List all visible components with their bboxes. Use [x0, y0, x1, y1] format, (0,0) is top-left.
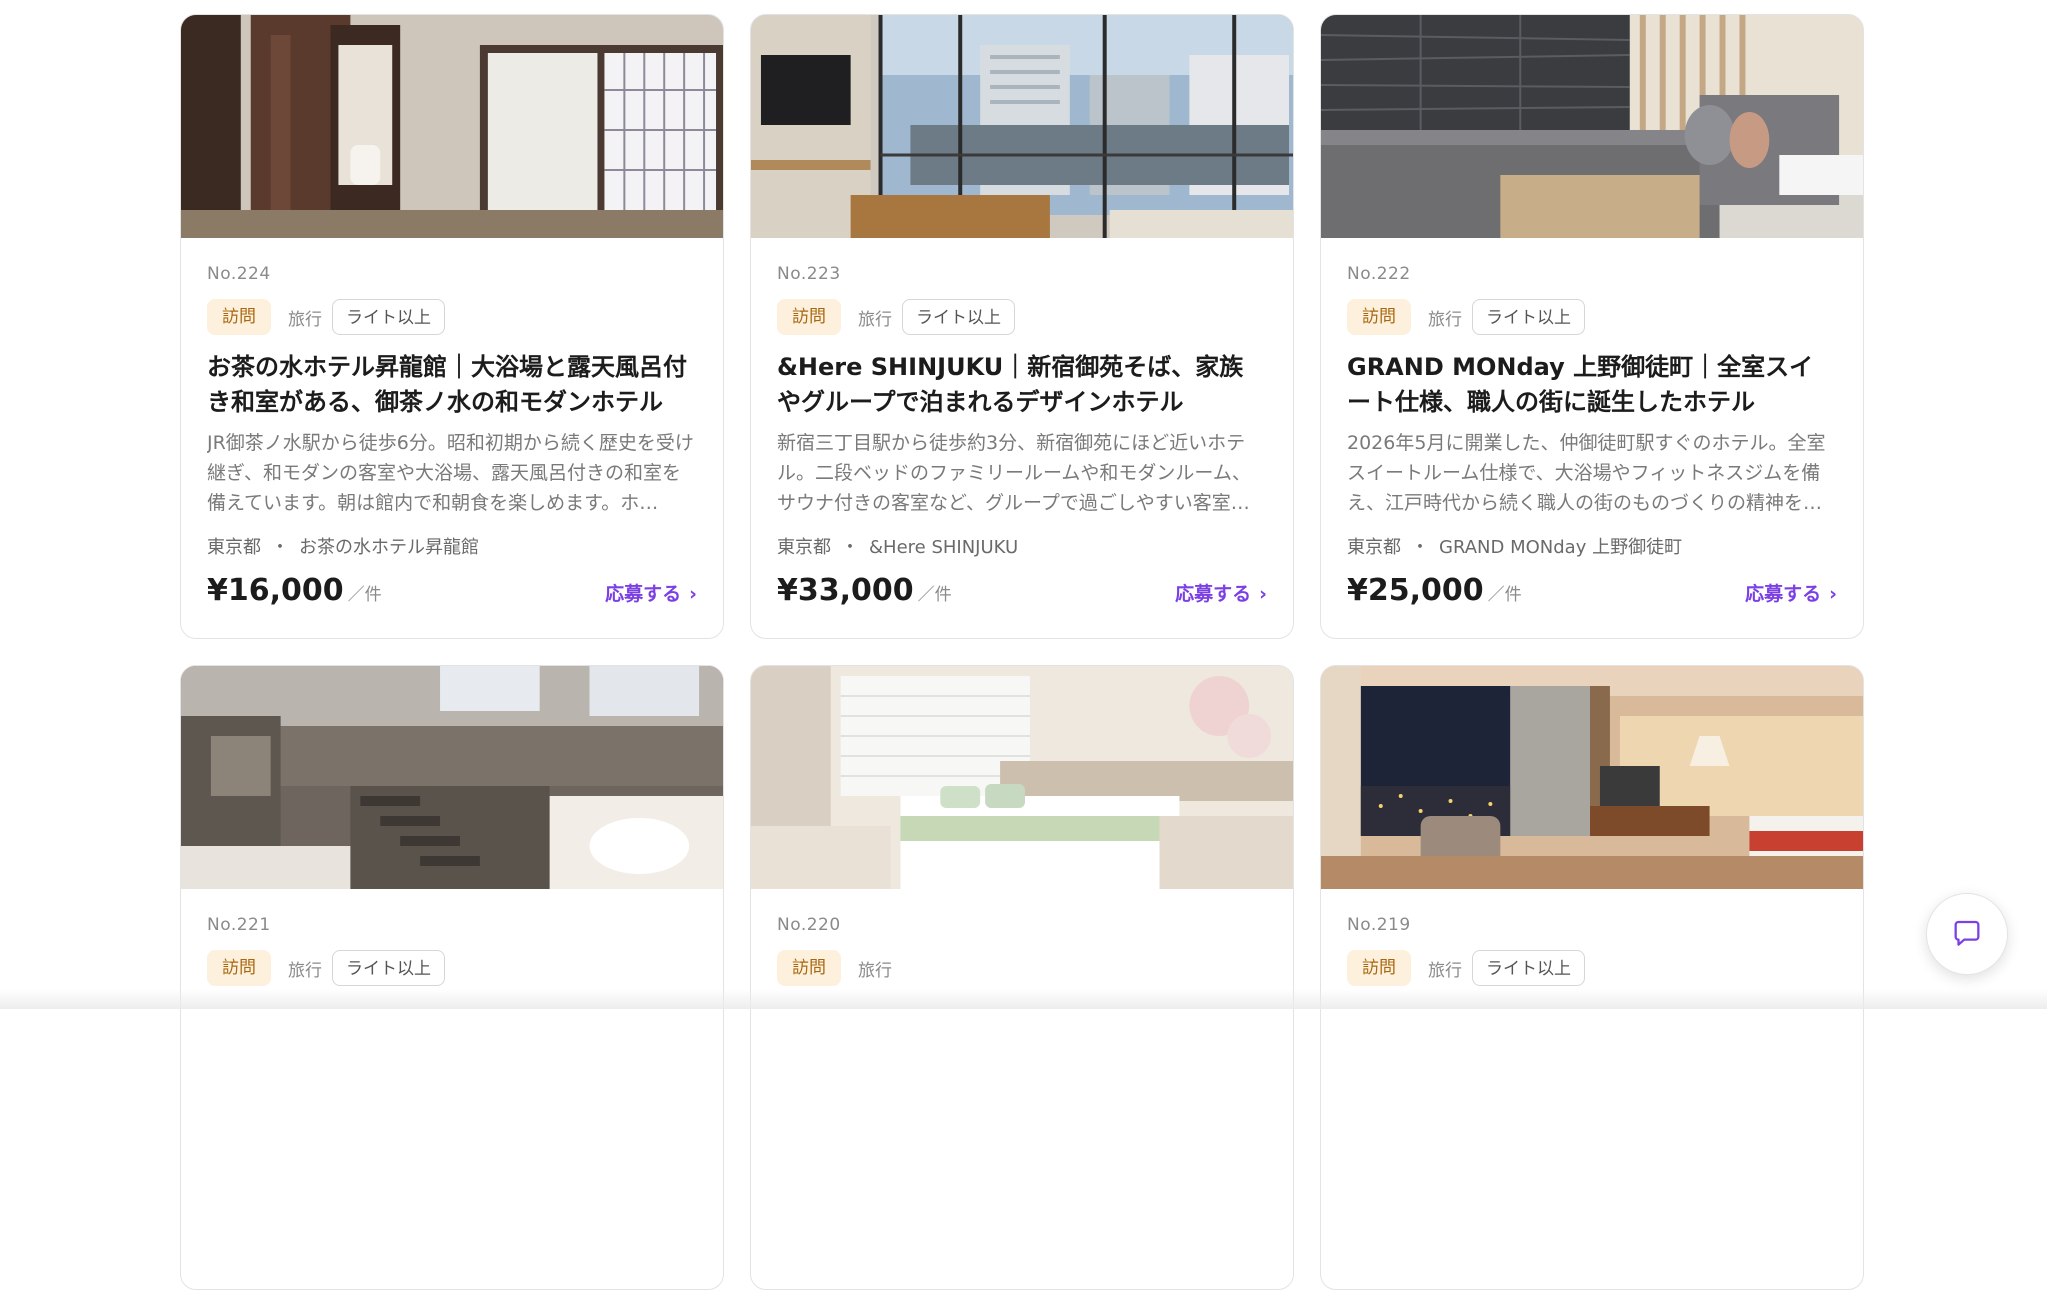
apply-label: 応募する [605, 583, 682, 605]
tag-travel: 旅行 [288, 309, 322, 330]
prefecture: 東京都 [777, 537, 831, 558]
tag-travel: 旅行 [288, 960, 322, 981]
tag-visit: 訪問 [777, 299, 841, 335]
tag-row: 訪問 旅行 ライト以上 [207, 949, 697, 987]
listing-title[interactable]: お茶の水ホテル昇龍館｜大浴場と露天風呂付き和室がある、御茶ノ水の和モダンホテル [207, 350, 697, 420]
apply-button[interactable]: 応募する › [605, 579, 697, 606]
tag-row: 訪問 旅行 ライト以上 [777, 298, 1267, 336]
price-amount: ¥16,000 [207, 573, 344, 608]
hotel-photo [751, 666, 1293, 889]
apply-button[interactable]: 応募する › [1745, 579, 1837, 606]
tag-plan: ライト以上 [332, 299, 445, 335]
tag-plan: ライト以上 [1472, 299, 1585, 335]
separator: ・ [271, 537, 289, 558]
hotel-name: お茶の水ホテル昇龍館 [299, 537, 479, 558]
price: ¥16,000 ／件 [207, 573, 382, 608]
listing-description: JR御茶ノ水駅から徒歩6分。昭和初期から続く歴史を受け継ぎ、和モダンの客室や大浴… [207, 432, 694, 514]
chevron-right-icon: › [1829, 583, 1837, 605]
apply-label: 応募する [1745, 583, 1822, 605]
chevron-right-icon: › [1259, 583, 1267, 605]
listing-number: No.221 [207, 915, 271, 935]
hotel-name: &Here SHINJUKU [869, 537, 1019, 558]
chevron-right-icon: › [689, 583, 697, 605]
listing-title[interactable]: GRAND MONday 上野御徒町｜全室スイート仕様、職人の街に誕生したホテル [1347, 350, 1837, 420]
tag-travel: 旅行 [858, 309, 892, 330]
listing-card[interactable]: No.224 訪問 旅行 ライト以上 お茶の水ホテル昇龍館｜大浴場と露天風呂付き… [180, 14, 724, 639]
listing-card[interactable]: No.221 訪問 旅行 ライト以上 [180, 665, 724, 1290]
tag-visit: 訪問 [1347, 950, 1411, 986]
hotel-photo [1321, 666, 1863, 889]
hotel-photo [751, 15, 1293, 238]
apply-label: 応募する [1175, 583, 1252, 605]
listing-card[interactable]: No.220 訪問 旅行 [750, 665, 1294, 1290]
price: ¥25,000 ／件 [1347, 573, 1522, 608]
price-unit: ／件 [1487, 585, 1522, 605]
listing-card[interactable]: No.223 訪問 旅行 ライト以上 &Here SHINJUKU｜新宿御苑そば… [750, 14, 1294, 639]
listing-location: 東京都・お茶の水ホテル昇龍館 [207, 537, 697, 559]
chat-bubble-icon [1954, 920, 1980, 946]
price-unit: ／件 [917, 585, 952, 605]
prefecture: 東京都 [207, 537, 261, 558]
tag-row: 訪問 旅行 [777, 949, 1267, 987]
tag-visit: 訪問 [207, 299, 271, 335]
tag-travel: 旅行 [1428, 309, 1462, 330]
listing-card[interactable]: No.222 訪問 旅行 ライト以上 GRAND MONday 上野御徒町｜全室… [1320, 14, 1864, 639]
listing-location: 東京都・ GRAND MONday 上野御徒町 [1347, 537, 1837, 559]
listing-title[interactable]: &Here SHINJUKU｜新宿御苑そば、家族やグループで泊まれるデザインホテ… [777, 350, 1267, 420]
tag-row: 訪問 旅行 ライト以上 [207, 298, 697, 336]
hotel-photo [181, 666, 723, 889]
listing-description: 2026年5月に開業した、仲御徒町駅すぐのホテル。全室スイートルーム仕様で、大浴… [1347, 432, 1826, 514]
listing-number: No.222 [1347, 264, 1411, 284]
listing-number: No.219 [1347, 915, 1411, 935]
tag-row: 訪問 旅行 ライト以上 [1347, 949, 1837, 987]
listing-number: No.224 [207, 264, 271, 284]
price-amount: ¥33,000 [777, 573, 914, 608]
listing-number: No.223 [777, 264, 841, 284]
separator: ・ [1411, 537, 1429, 558]
apply-button[interactable]: 応募する › [1175, 579, 1267, 606]
tag-plan: ライト以上 [902, 299, 1015, 335]
listing-location: 東京都・ &Here SHINJUKU [777, 537, 1267, 559]
price: ¥33,000 ／件 [777, 573, 952, 608]
separator: ・ [841, 537, 859, 558]
tag-travel: 旅行 [858, 960, 892, 981]
tag-travel: 旅行 [1428, 960, 1462, 981]
listing-description: 新宿三丁目駅から徒歩約3分、新宿御苑にほど近いホテル。二段ベッドのファミリールー… [777, 432, 1251, 514]
tag-plan: ライト以上 [332, 950, 445, 986]
listing-card[interactable]: No.219 訪問 旅行 ライト以上 [1320, 665, 1864, 1290]
chat-button[interactable] [1926, 893, 2008, 975]
hotel-photo [181, 15, 723, 238]
prefecture: 東京都 [1347, 537, 1401, 558]
tag-row: 訪問 旅行 ライト以上 [1347, 298, 1837, 336]
tag-visit: 訪問 [207, 950, 271, 986]
hotel-photo [1321, 15, 1863, 238]
hotel-name: GRAND MONday 上野御徒町 [1439, 537, 1683, 558]
tag-visit: 訪問 [777, 950, 841, 986]
tag-visit: 訪問 [1347, 299, 1411, 335]
bottom-fade [0, 989, 2047, 1009]
price-unit: ／件 [347, 585, 382, 605]
listing-number: No.220 [777, 915, 841, 935]
price-amount: ¥25,000 [1347, 573, 1484, 608]
tag-plan: ライト以上 [1472, 950, 1585, 986]
